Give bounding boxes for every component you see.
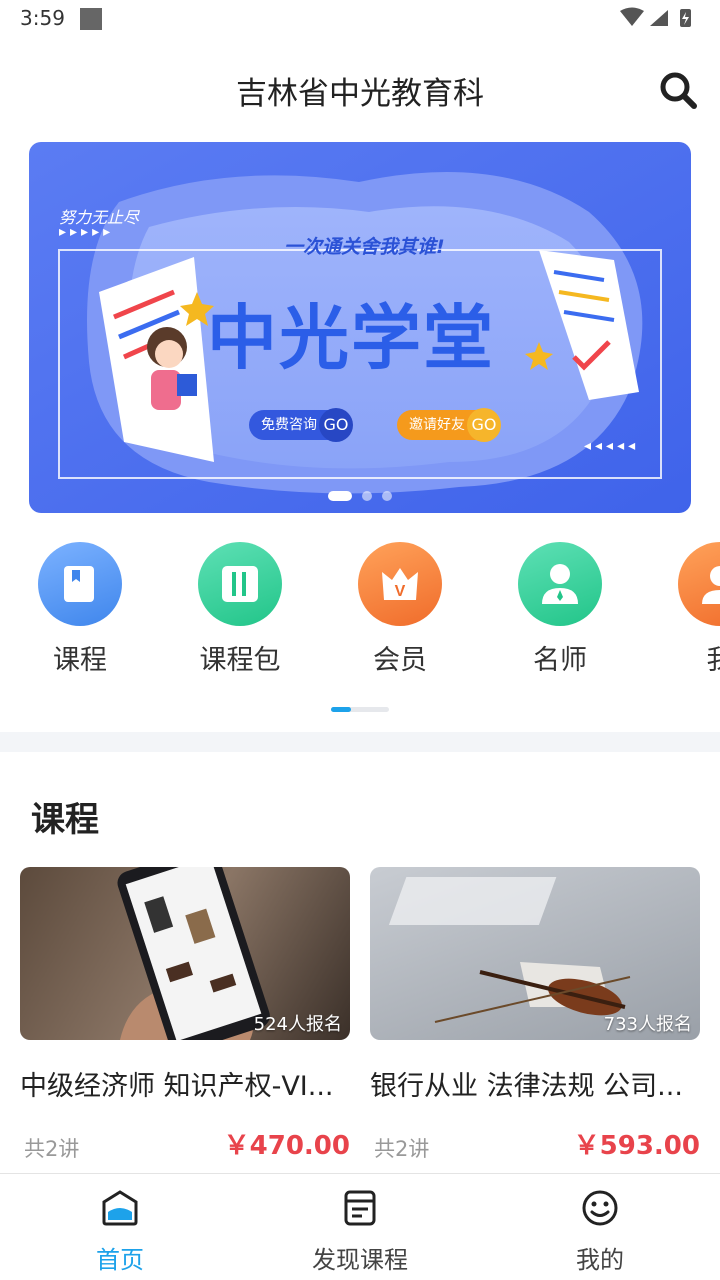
course-price: ￥593.00 [573, 1131, 700, 1161]
bottom-nav: 首页 发现课程 我的 [0, 1173, 720, 1280]
banner-dot[interactable] [382, 491, 392, 501]
invite-label: 邀请好友 [409, 417, 465, 433]
status-time: 3:59 [20, 6, 65, 30]
category-vip[interactable]: V 会员 [340, 542, 460, 677]
invite-button[interactable]: 邀请好友 GO [397, 408, 501, 442]
book-open-icon [198, 542, 282, 626]
course-price: ￥470.00 [223, 1131, 350, 1161]
signal-icon [650, 10, 668, 26]
banner-title: 中光学堂 [207, 297, 495, 379]
teacher-icon [518, 542, 602, 626]
category-me[interactable]: 我 [660, 542, 720, 677]
smile-icon [582, 1190, 618, 1226]
promo-banner[interactable]: 努力无止尽 ▸▸▸▸▸ 一次通关舍我其谁! 中光学堂 免费咨询 GO 邀请好友 … [29, 142, 691, 513]
page-title: 吉林省中光教育科 [236, 76, 484, 112]
wifi-icon [620, 7, 644, 26]
category-packages[interactable]: 课程包 [180, 542, 300, 677]
lesson-count: 共2讲 [24, 1137, 80, 1161]
banner-arrows-left: ▸▸▸▸▸ [59, 224, 115, 240]
consult-label: 免费咨询 [261, 417, 317, 433]
course-thumbnail: 524人报名 [20, 867, 350, 1040]
consult-go: GO [319, 408, 353, 442]
banner-pagination [29, 491, 691, 501]
nav-label: 我的 [576, 1246, 624, 1274]
nav-label: 发现课程 [312, 1246, 408, 1274]
category-label: 我 [660, 638, 720, 677]
nav-discover[interactable]: 发现课程 [240, 1188, 480, 1275]
category-row: 课程 课程包 V 会员 名师 我 [0, 538, 720, 678]
banner-dot[interactable] [362, 491, 372, 501]
category-courses[interactable]: 课程 [20, 542, 140, 677]
nav-home[interactable]: 首页 [0, 1188, 240, 1275]
search-icon[interactable] [658, 70, 698, 110]
invite-go: GO [467, 408, 501, 442]
category-teachers[interactable]: 名师 [500, 542, 620, 677]
category-label: 课程 [53, 645, 107, 676]
discover-icon [344, 1190, 376, 1226]
consult-button[interactable]: 免费咨询 GO [249, 408, 353, 442]
vip-icon: V [358, 542, 442, 626]
status-icons [620, 7, 691, 27]
nav-mine[interactable]: 我的 [480, 1188, 720, 1275]
app-header: 吉林省中光教育科 [0, 52, 720, 128]
home-icon [102, 1190, 138, 1226]
course-card[interactable]: 524人报名 中级经济师 知识产权-VI... 共2讲 ￥470.00 [20, 867, 350, 1161]
user-icon [678, 542, 720, 626]
section-divider [0, 732, 720, 752]
category-label: 课程包 [199, 645, 281, 676]
category-label: 名师 [533, 645, 587, 676]
course-title: 中级经济师 知识产权-VI... [20, 1071, 334, 1102]
course-card[interactable]: 733人报名 银行从业 法律法规 公司... 共2讲 ￥593.00 [370, 867, 700, 1161]
section-title: 课程 [31, 800, 99, 840]
banner-arrows-right: ◂◂◂◂◂ [584, 438, 640, 454]
banner-subtitle: 一次通关舍我其谁! [284, 236, 445, 258]
course-thumbnail: 733人报名 [370, 867, 700, 1040]
banner-dot[interactable] [328, 491, 352, 501]
nav-label: 首页 [96, 1246, 144, 1274]
notification-icon [80, 8, 102, 30]
status-bar: 3:59 [0, 0, 720, 36]
lesson-count: 共2讲 [374, 1137, 430, 1161]
course-title: 银行从业 法律法规 公司... [370, 1071, 683, 1102]
enroll-count: 733人报名 [603, 1014, 692, 1035]
svg-text:V: V [395, 583, 406, 600]
book-icon [38, 542, 122, 626]
category-pager [331, 707, 389, 712]
enroll-count: 524人报名 [253, 1014, 342, 1035]
category-label: 会员 [373, 645, 427, 676]
